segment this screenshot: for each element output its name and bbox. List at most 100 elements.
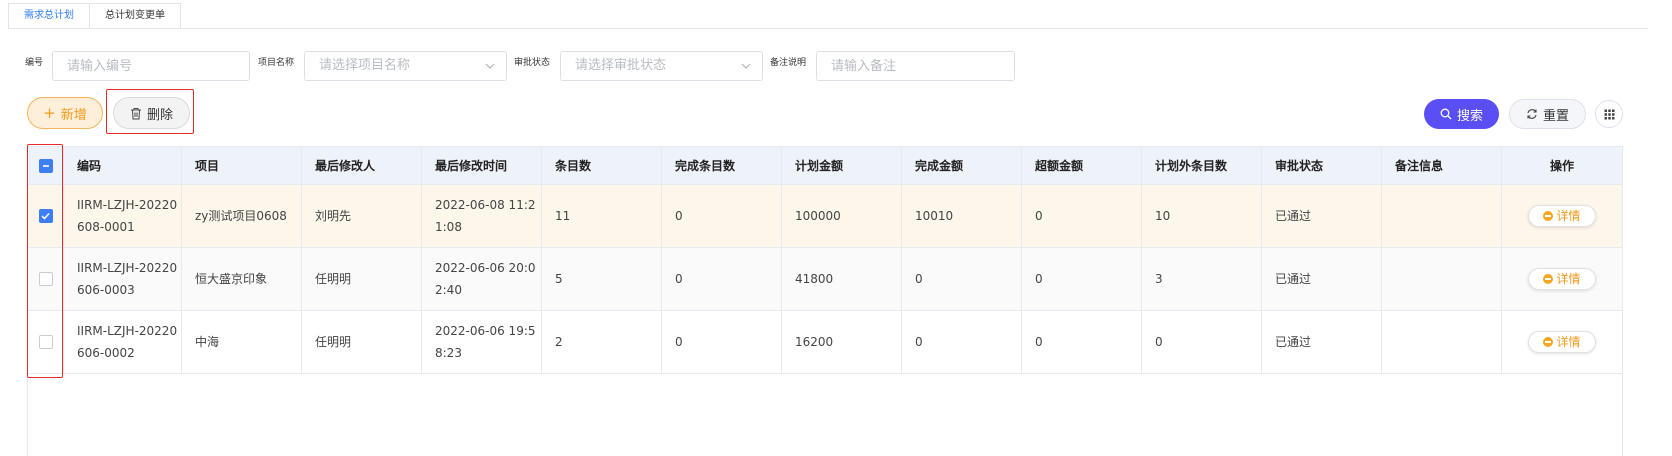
status-cell: 已通过 xyxy=(1262,311,1382,373)
time-value: 2022-06-06 20:02:40 xyxy=(435,261,536,297)
code-input[interactable] xyxy=(52,51,250,81)
extra-items-cell: 3 xyxy=(1142,248,1262,310)
over-amount-cell: 0 xyxy=(1022,185,1142,247)
done-items-cell: 0 xyxy=(662,185,782,247)
row-checkbox[interactable] xyxy=(38,335,53,349)
project-cell: zy测试项目0608 xyxy=(182,185,302,247)
status-select-placeholder: 请选择审批状态 xyxy=(575,58,667,73)
project-filter-label: 项目名称 xyxy=(258,58,295,68)
extra-items-cell: 0 xyxy=(1142,311,1262,373)
column-header: 条目数 xyxy=(542,147,662,184)
column-header: 备注信息 xyxy=(1382,147,1502,184)
row-checkbox[interactable] xyxy=(38,272,53,286)
plan-amount-cell: 16200 xyxy=(782,311,902,373)
search-icon xyxy=(1440,108,1452,120)
reset-button[interactable]: 重置 xyxy=(1509,99,1586,129)
minus-circle-icon xyxy=(1543,211,1554,221)
tabs-divider xyxy=(8,28,1648,29)
column-header: 最后修改时间 xyxy=(422,147,542,184)
remark-cell xyxy=(1382,248,1502,310)
column-header: 审批状态 xyxy=(1262,147,1382,184)
over-amount-cell: 0 xyxy=(1022,248,1142,310)
detail-button[interactable]: 详情 xyxy=(1528,268,1596,290)
detail-button-label: 详情 xyxy=(1556,335,1581,349)
time-cell: 2022-06-06 20:02:40 xyxy=(422,248,542,310)
row-select-cell xyxy=(28,311,64,373)
detail-button-label: 详情 xyxy=(1556,209,1581,223)
remark-cell xyxy=(1382,311,1502,373)
delete-button-label: 删除 xyxy=(146,107,173,123)
done-amount-cell: 0 xyxy=(902,248,1022,310)
trash-icon xyxy=(130,107,141,119)
column-header: 计划外条目数 xyxy=(1142,147,1262,184)
tab-plan-change-order[interactable]: 总计划变更单 xyxy=(90,3,181,29)
column-header: 完成金额 xyxy=(902,147,1022,184)
plan-amount-cell: 100000 xyxy=(782,185,902,247)
column-header: 编码 xyxy=(64,147,182,184)
plan-table: 编码 项目 最后修改人 最后修改时间 条目数 完成条目数 计划金额 完成金额 超… xyxy=(27,146,1623,456)
code-value: IIRM-LZJH-20220606-0003 xyxy=(77,261,178,297)
plus-icon: + xyxy=(43,103,56,122)
time-cell: 2022-06-06 19:58:23 xyxy=(422,311,542,373)
remark-cell xyxy=(1382,185,1502,247)
project-cell: 恒大盛京印象 xyxy=(182,248,302,310)
add-button-label: 新增 xyxy=(60,107,87,123)
done-amount-cell: 0 xyxy=(902,311,1022,373)
detail-button-label: 详情 xyxy=(1556,272,1581,286)
column-header: 计划金额 xyxy=(782,147,902,184)
select-all-cell xyxy=(28,147,64,184)
minus-circle-icon xyxy=(1543,274,1554,284)
project-select-placeholder: 请选择项目名称 xyxy=(319,58,411,73)
done-items-cell: 0 xyxy=(662,311,782,373)
add-button[interactable]: + 新增 xyxy=(27,97,103,129)
tab-demand-plan[interactable]: 需求总计划 xyxy=(8,3,90,29)
modifier-cell: 刘明先 xyxy=(302,185,422,247)
remark-filter-label: 备注说明 xyxy=(770,58,807,68)
check-icon xyxy=(41,212,50,220)
reset-button-label: 重置 xyxy=(1542,108,1569,124)
items-cell: 2 xyxy=(542,311,662,373)
done-amount-cell: 10010 xyxy=(902,185,1022,247)
row-checkbox[interactable] xyxy=(38,209,53,223)
table-row[interactable]: IIRM-LZJH-20220606-0002 中海 任明明 2022-06-0… xyxy=(28,311,1622,374)
column-header: 项目 xyxy=(182,147,302,184)
search-button[interactable]: 搜索 xyxy=(1424,99,1499,129)
modifier-cell: 任明明 xyxy=(302,248,422,310)
actions-cell: 详情 xyxy=(1502,185,1622,247)
minus-circle-icon xyxy=(1543,337,1554,347)
status-select[interactable]: 请选择审批状态 xyxy=(560,51,763,81)
code-cell: IIRM-LZJH-20220606-0003 xyxy=(64,248,182,310)
column-header: 超额金额 xyxy=(1022,147,1142,184)
row-select-cell xyxy=(28,248,64,310)
extra-items-cell: 10 xyxy=(1142,185,1262,247)
chevron-down-icon xyxy=(485,63,495,69)
project-select[interactable]: 请选择项目名称 xyxy=(304,51,507,81)
table-row[interactable]: IIRM-LZJH-20220608-0001 zy测试项目0608 刘明先 2… xyxy=(28,185,1622,248)
column-settings-button[interactable] xyxy=(1595,100,1623,128)
grid-icon xyxy=(1604,109,1614,119)
table-row[interactable]: IIRM-LZJH-20220606-0003 恒大盛京印象 任明明 2022-… xyxy=(28,248,1622,311)
table-header: 编码 项目 最后修改人 最后修改时间 条目数 完成条目数 计划金额 完成金额 超… xyxy=(28,147,1622,185)
code-input-field[interactable] xyxy=(67,52,249,80)
code-value: IIRM-LZJH-20220606-0002 xyxy=(77,324,178,360)
code-filter-label: 编号 xyxy=(25,58,44,68)
time-value: 2022-06-08 11:21:08 xyxy=(435,198,536,234)
plan-amount-cell: 41800 xyxy=(782,248,902,310)
column-header: 操作 xyxy=(1549,158,1574,173)
tab-bar: 需求总计划 总计划变更单 xyxy=(8,3,181,29)
status-cell: 已通过 xyxy=(1262,185,1382,247)
remark-input[interactable] xyxy=(816,51,1015,81)
select-all-checkbox[interactable] xyxy=(38,158,53,173)
project-cell: 中海 xyxy=(182,311,302,373)
column-header: 最后修改人 xyxy=(302,147,422,184)
detail-button[interactable]: 详情 xyxy=(1528,331,1596,353)
detail-button[interactable]: 详情 xyxy=(1528,205,1596,227)
remark-input-field[interactable] xyxy=(831,52,1014,80)
code-cell: IIRM-LZJH-20220606-0002 xyxy=(64,311,182,373)
modifier-cell: 任明明 xyxy=(302,311,422,373)
delete-button[interactable]: 删除 xyxy=(113,97,190,129)
status-cell: 已通过 xyxy=(1262,248,1382,310)
search-button-label: 搜索 xyxy=(1456,108,1483,124)
refresh-icon xyxy=(1527,109,1537,119)
code-cell: IIRM-LZJH-20220608-0001 xyxy=(64,185,182,247)
